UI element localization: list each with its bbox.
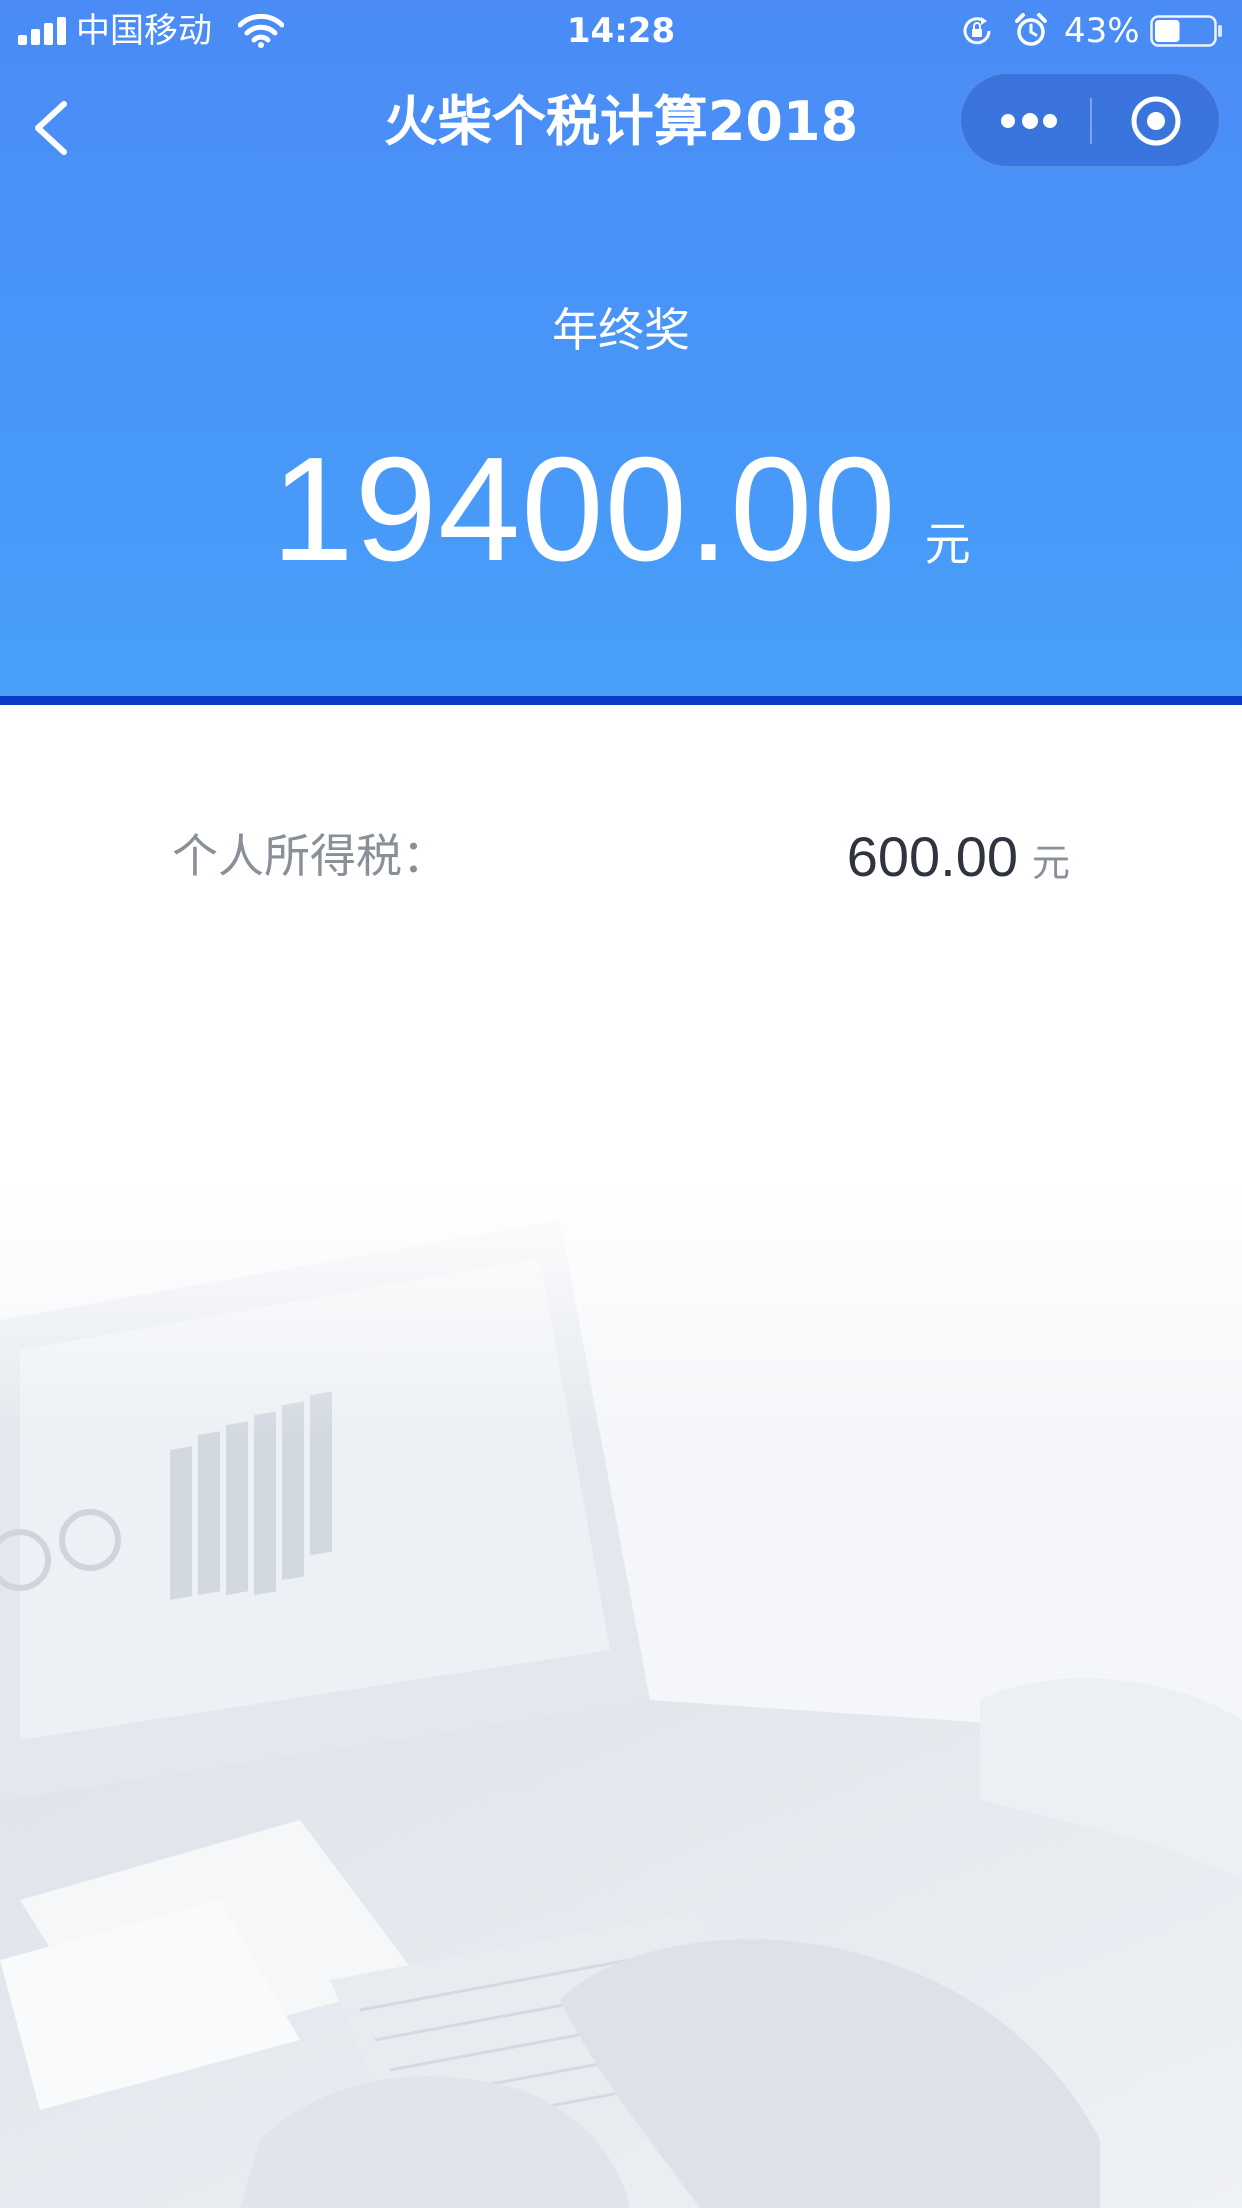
header-divider — [0, 696, 1242, 705]
battery-icon — [1150, 15, 1222, 47]
background-office-image — [0, 1180, 1242, 2208]
status-time: 14:28 — [566, 11, 676, 51]
header: 中国移动 14:28 43% 火柴个税计算2018 年终奖 19400.00 元 — [0, 0, 1242, 696]
rotation-lock-icon — [963, 17, 991, 45]
tax-unit: 元 — [1031, 841, 1070, 885]
miniprogram-close-icon — [1131, 96, 1181, 146]
status-bar: 中国移动 14:28 43% — [0, 0, 1242, 62]
alarm-icon — [1015, 13, 1047, 46]
more-dots-icon — [1001, 112, 1057, 130]
tax-amount: 600.00 — [846, 825, 1018, 888]
close-button[interactable] — [1091, 74, 1221, 168]
miniprogram-capsule — [960, 73, 1220, 167]
bonus-amount: 19400.00 — [271, 427, 897, 592]
bonus-unit: 元 — [924, 517, 971, 571]
page: 中国移动 14:28 43% 火柴个税计算2018 年终奖 19400.00 元… — [0, 0, 1242, 2208]
tax-value-row: 600.00 元 — [847, 822, 1070, 892]
more-button[interactable] — [961, 74, 1091, 168]
battery-percent: 43% — [1064, 11, 1140, 51]
tax-label: 个人所得税： — [172, 829, 448, 883]
hero-amount-row: 19400.00 元 — [0, 430, 1242, 590]
hero-label: 年终奖 — [552, 303, 690, 357]
